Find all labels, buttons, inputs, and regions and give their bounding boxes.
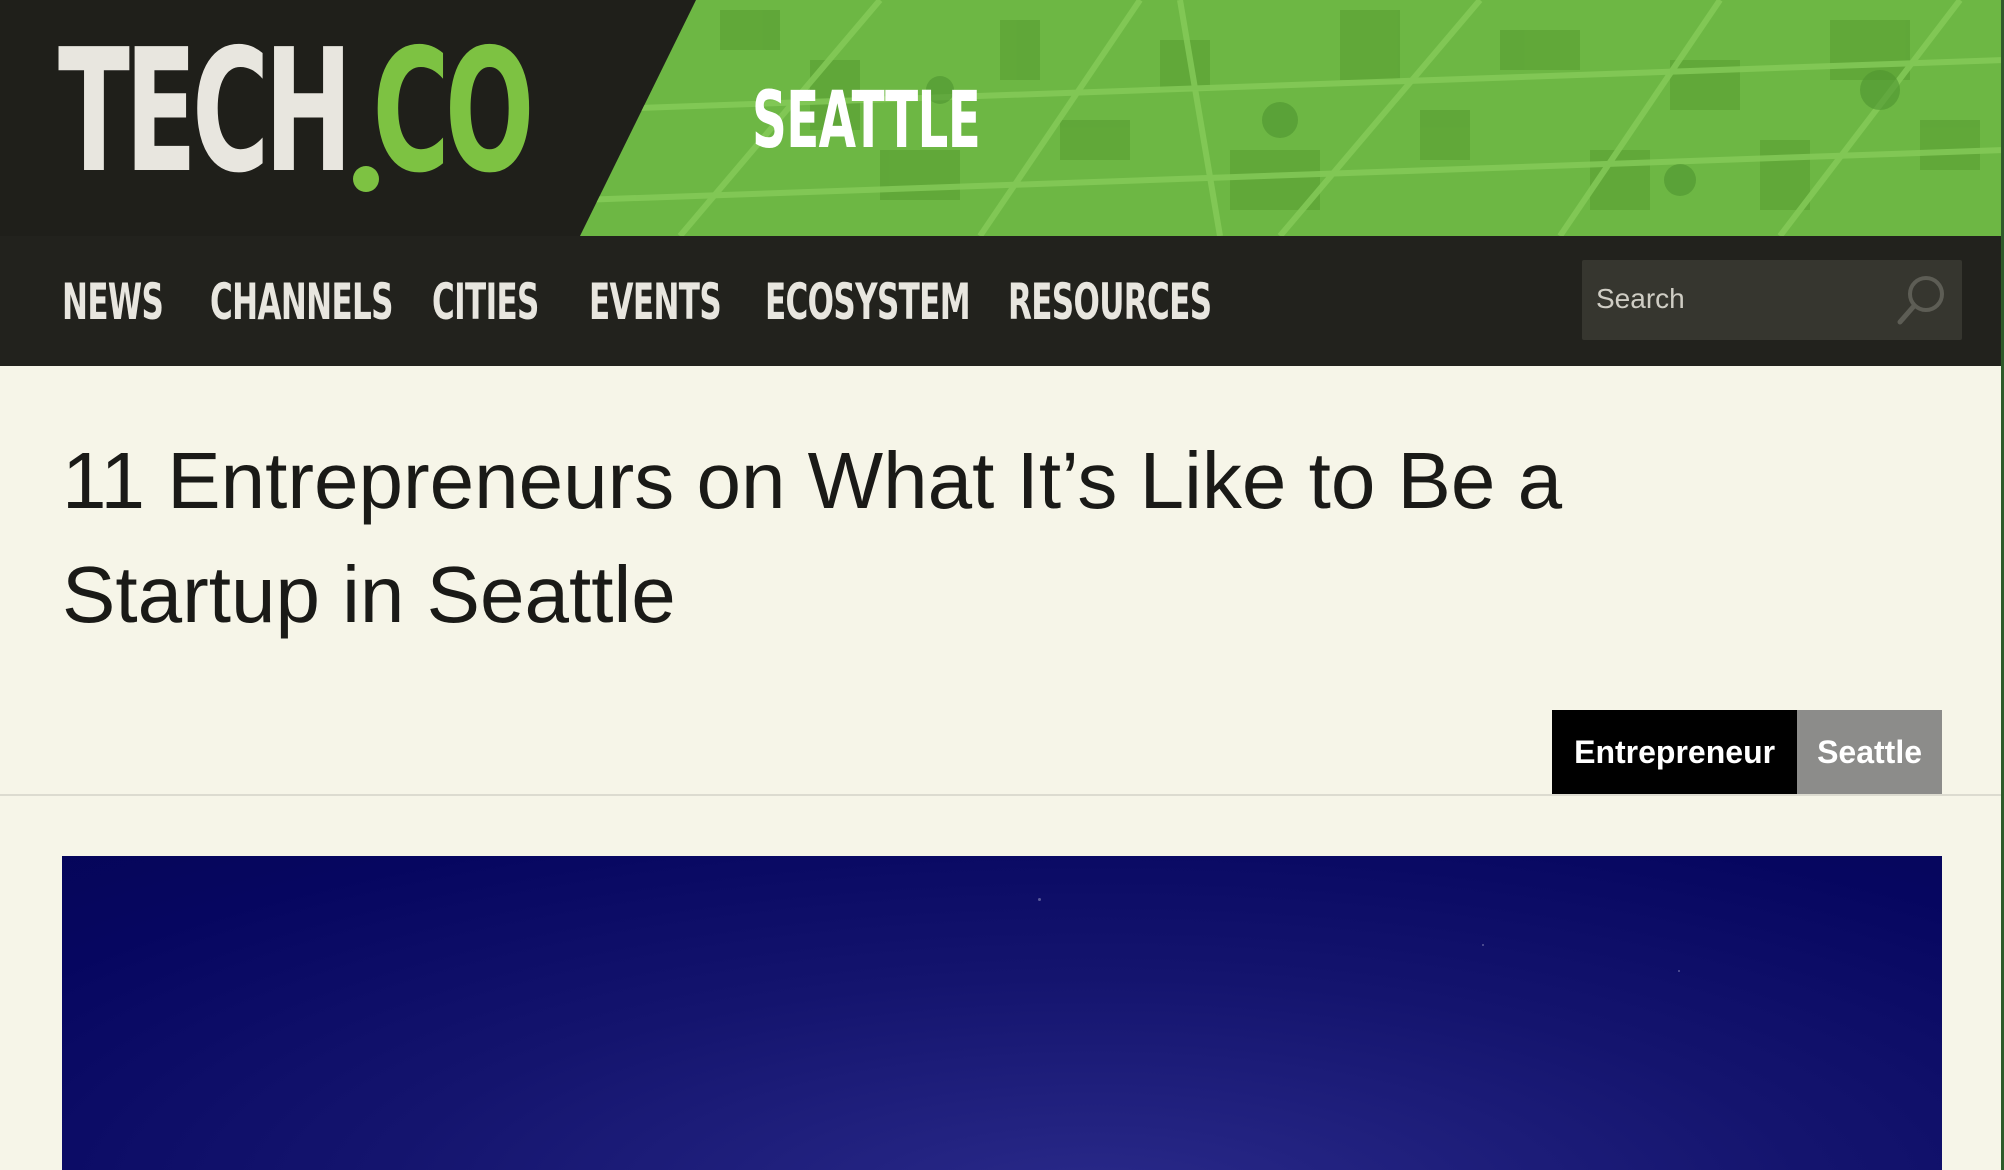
- city-title[interactable]: SEATTLE: [752, 76, 981, 166]
- logo-co-text: CO: [372, 13, 534, 211]
- article-tags: Entrepreneur Seattle: [1552, 710, 1942, 794]
- logo-tech-text: TECH: [58, 13, 353, 211]
- search-icon[interactable]: [1892, 272, 1950, 330]
- search-box: [1582, 260, 1962, 340]
- nav-item-cities[interactable]: CITIES: [432, 274, 539, 330]
- techco-logo[interactable]: TECH CO: [58, 13, 534, 211]
- hero-star: [1678, 970, 1680, 972]
- nav-item-ecosystem[interactable]: ECOSYSTEM: [765, 274, 971, 330]
- tag-seattle[interactable]: Seattle: [1797, 710, 1942, 794]
- nav-item-channels[interactable]: CHANNELS: [210, 274, 394, 330]
- hero-image: [62, 856, 1942, 1170]
- article-title: 11 Entrepreneurs on What It’s Like to Be…: [62, 436, 1563, 639]
- nav-item-events[interactable]: EVENTS: [589, 274, 722, 330]
- site-header: TECH CO SEATTLE: [0, 0, 2004, 236]
- search-input[interactable]: [1596, 276, 1876, 322]
- nav-item-news[interactable]: NEWS: [62, 274, 164, 330]
- hero-star: [1482, 944, 1484, 946]
- nav-item-resources[interactable]: RESOURCES: [1008, 274, 1212, 330]
- tag-entrepreneur[interactable]: Entrepreneur: [1552, 710, 1798, 794]
- main-nav: NEWS CHANNELS CITIES EVENTS ECOSYSTEM RE…: [0, 236, 2004, 366]
- divider: [0, 794, 2004, 796]
- logo-dot-icon: [353, 166, 379, 192]
- hero-star: [1038, 898, 1041, 901]
